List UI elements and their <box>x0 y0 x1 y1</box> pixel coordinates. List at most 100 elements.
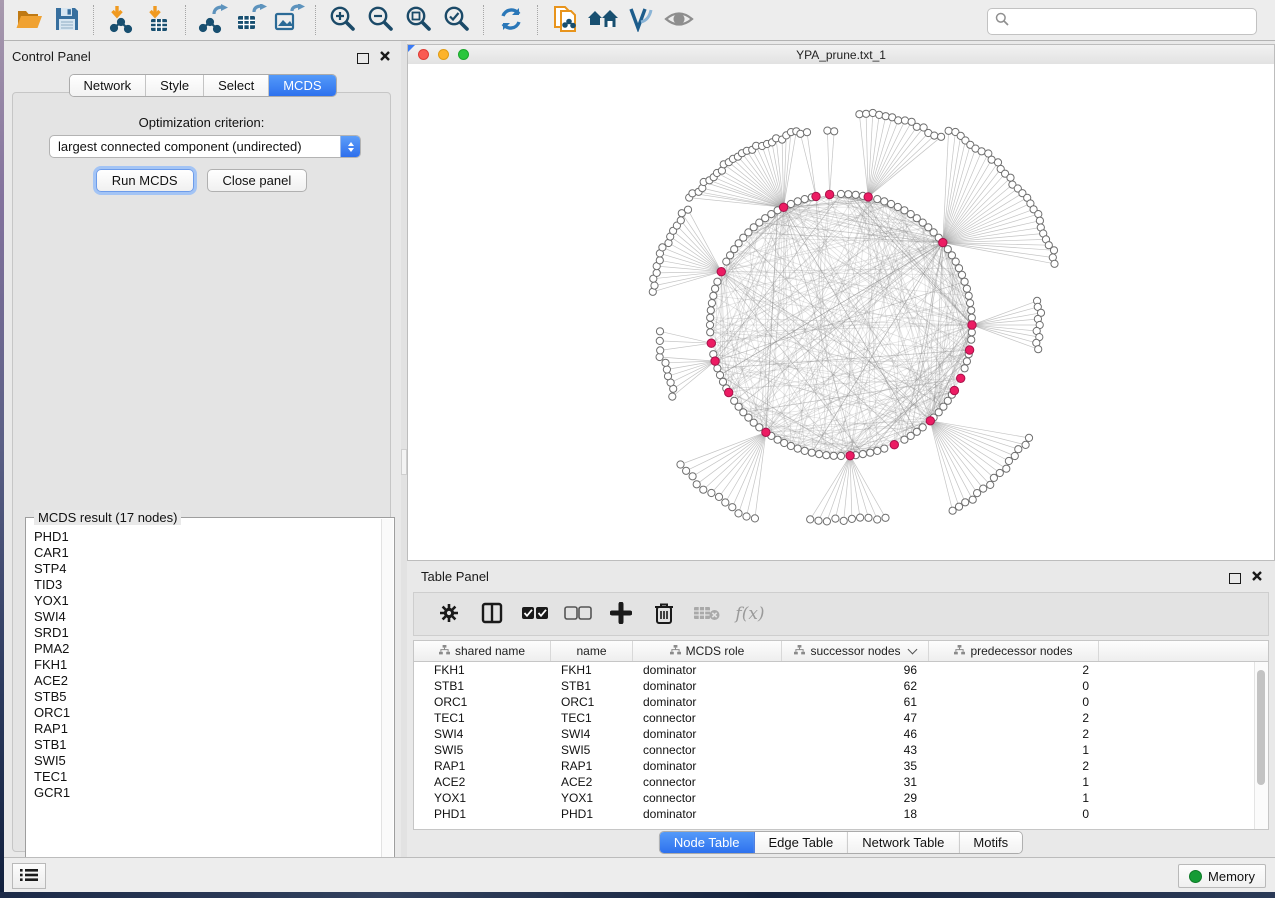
leaf-node[interactable] <box>901 117 908 124</box>
table-row[interactable]: ACE2ACE2connector311 <box>414 774 1268 790</box>
leaf-node[interactable] <box>945 127 952 134</box>
close-table-panel-icon[interactable] <box>1251 569 1263 587</box>
mcds-result-item[interactable]: CAR1 <box>27 545 382 561</box>
refresh-button[interactable] <box>492 3 530 37</box>
apply-function-button[interactable]: f(x) <box>735 599 765 629</box>
leaf-node[interactable] <box>962 499 969 506</box>
network-node[interactable] <box>710 292 717 299</box>
leaf-node[interactable] <box>978 148 985 155</box>
close-panel-button[interactable]: Close panel <box>207 169 308 192</box>
leaf-node[interactable] <box>996 469 1003 476</box>
tab-motifs[interactable]: Motifs <box>959 832 1022 853</box>
leaf-node[interactable] <box>987 481 994 488</box>
select-all-button[interactable] <box>520 599 550 629</box>
mcds-result-item[interactable]: GCR1 <box>27 785 382 801</box>
clone-network-button[interactable] <box>546 3 584 37</box>
mcds-node[interactable] <box>779 203 787 211</box>
mcds-node[interactable] <box>711 357 719 365</box>
tab-mcds[interactable]: MCDS <box>269 75 335 96</box>
leaf-node[interactable] <box>949 507 956 514</box>
network-window-titlebar[interactable]: YPA_prune.txt_1 <box>408 45 1274 65</box>
leaf-node[interactable] <box>840 517 847 524</box>
mcds-result-item[interactable]: ORC1 <box>27 705 382 721</box>
mcds-node[interactable] <box>864 193 872 201</box>
zoom-out-button[interactable] <box>362 3 400 37</box>
mcds-result-item[interactable]: SWI5 <box>27 753 382 769</box>
tab-style[interactable]: Style <box>146 75 204 96</box>
network-node[interactable] <box>794 198 801 205</box>
leaf-node[interactable] <box>803 129 810 136</box>
leaf-node[interactable] <box>931 132 938 139</box>
float-table-panel-icon[interactable] <box>1229 573 1241 584</box>
table-row[interactable]: PHD1PHD1dominator180 <box>414 806 1268 822</box>
leaf-node[interactable] <box>1051 260 1058 267</box>
table-row[interactable]: SWI4SWI4dominator462 <box>414 726 1268 742</box>
leaf-node[interactable] <box>876 111 883 118</box>
column-header-MCDS-role[interactable]: MCDS role <box>633 641 782 661</box>
export-network-button[interactable] <box>194 3 232 37</box>
mcds-node[interactable] <box>890 441 898 449</box>
leaf-node[interactable] <box>1003 465 1010 472</box>
import-table-button[interactable] <box>140 3 178 37</box>
column-header-predecessor-nodes[interactable]: predecessor nodes <box>929 641 1099 661</box>
leaf-node[interactable] <box>677 217 684 224</box>
leaf-node[interactable] <box>938 133 945 140</box>
leaf-node[interactable] <box>974 490 981 497</box>
mcds-node[interactable] <box>825 190 833 198</box>
network-node[interactable] <box>794 445 801 452</box>
network-node[interactable] <box>955 265 962 272</box>
leaf-node[interactable] <box>715 493 722 500</box>
deselect-all-button[interactable] <box>563 599 593 629</box>
zoom-in-button[interactable] <box>324 3 362 37</box>
criterion-dropdown[interactable]: largest connected component (undirected) <box>49 135 361 158</box>
network-node[interactable] <box>823 452 830 459</box>
leaf-node[interactable] <box>823 518 830 525</box>
leaf-node[interactable] <box>955 503 962 510</box>
leaf-node[interactable] <box>990 474 997 481</box>
network-node[interactable] <box>881 445 888 452</box>
column-header-successor-nodes[interactable]: successor nodes <box>782 641 929 661</box>
leaf-node[interactable] <box>656 353 663 360</box>
leaf-node[interactable] <box>831 128 838 135</box>
mcds-node[interactable] <box>725 388 733 396</box>
table-row[interactable]: STB1STB1dominator620 <box>414 678 1268 694</box>
mcds-result-item[interactable]: STP4 <box>27 561 382 577</box>
table-scrollbar[interactable] <box>1254 662 1268 829</box>
network-node[interactable] <box>716 372 723 379</box>
mcds-result-item[interactable]: STB5 <box>27 689 382 705</box>
network-node[interactable] <box>781 439 788 446</box>
leaf-node[interactable] <box>832 515 839 522</box>
network-node[interactable] <box>967 300 974 307</box>
leaf-node[interactable] <box>743 513 750 520</box>
zoom-selected-button[interactable] <box>438 3 476 37</box>
delete-column-button[interactable] <box>649 599 679 629</box>
network-node[interactable] <box>816 451 823 458</box>
mcds-node[interactable] <box>707 339 715 347</box>
leaf-node[interactable] <box>1011 452 1018 459</box>
leaf-node[interactable] <box>653 269 660 276</box>
network-node[interactable] <box>787 442 794 449</box>
leaf-node[interactable] <box>693 481 700 488</box>
mcds-node[interactable] <box>812 192 820 200</box>
mcds-result-item[interactable]: SRD1 <box>27 625 382 641</box>
table-scrollbar-thumb[interactable] <box>1257 670 1265 785</box>
mcds-result-item[interactable]: YOX1 <box>27 593 382 609</box>
tab-edge-table[interactable]: Edge Table <box>754 832 848 853</box>
mcds-result-item[interactable]: PMA2 <box>27 641 382 657</box>
leaf-node[interactable] <box>700 486 707 493</box>
network-node[interactable] <box>714 278 721 285</box>
network-node[interactable] <box>845 191 852 198</box>
leaf-node[interactable] <box>1025 434 1032 441</box>
network-node[interactable] <box>787 200 794 207</box>
open-file-button[interactable] <box>10 3 48 37</box>
mcds-list-scrollbar[interactable] <box>381 519 393 887</box>
tab-network[interactable]: Network <box>69 75 146 96</box>
network-node[interactable] <box>808 449 815 456</box>
mcds-result-item[interactable]: ACE2 <box>27 673 382 689</box>
leaf-node[interactable] <box>656 328 663 335</box>
network-node[interactable] <box>837 452 844 459</box>
leaf-node[interactable] <box>1015 446 1022 453</box>
leaf-node[interactable] <box>1035 346 1042 353</box>
tab-select[interactable]: Select <box>204 75 269 96</box>
network-graph-svg[interactable] <box>408 64 1274 560</box>
